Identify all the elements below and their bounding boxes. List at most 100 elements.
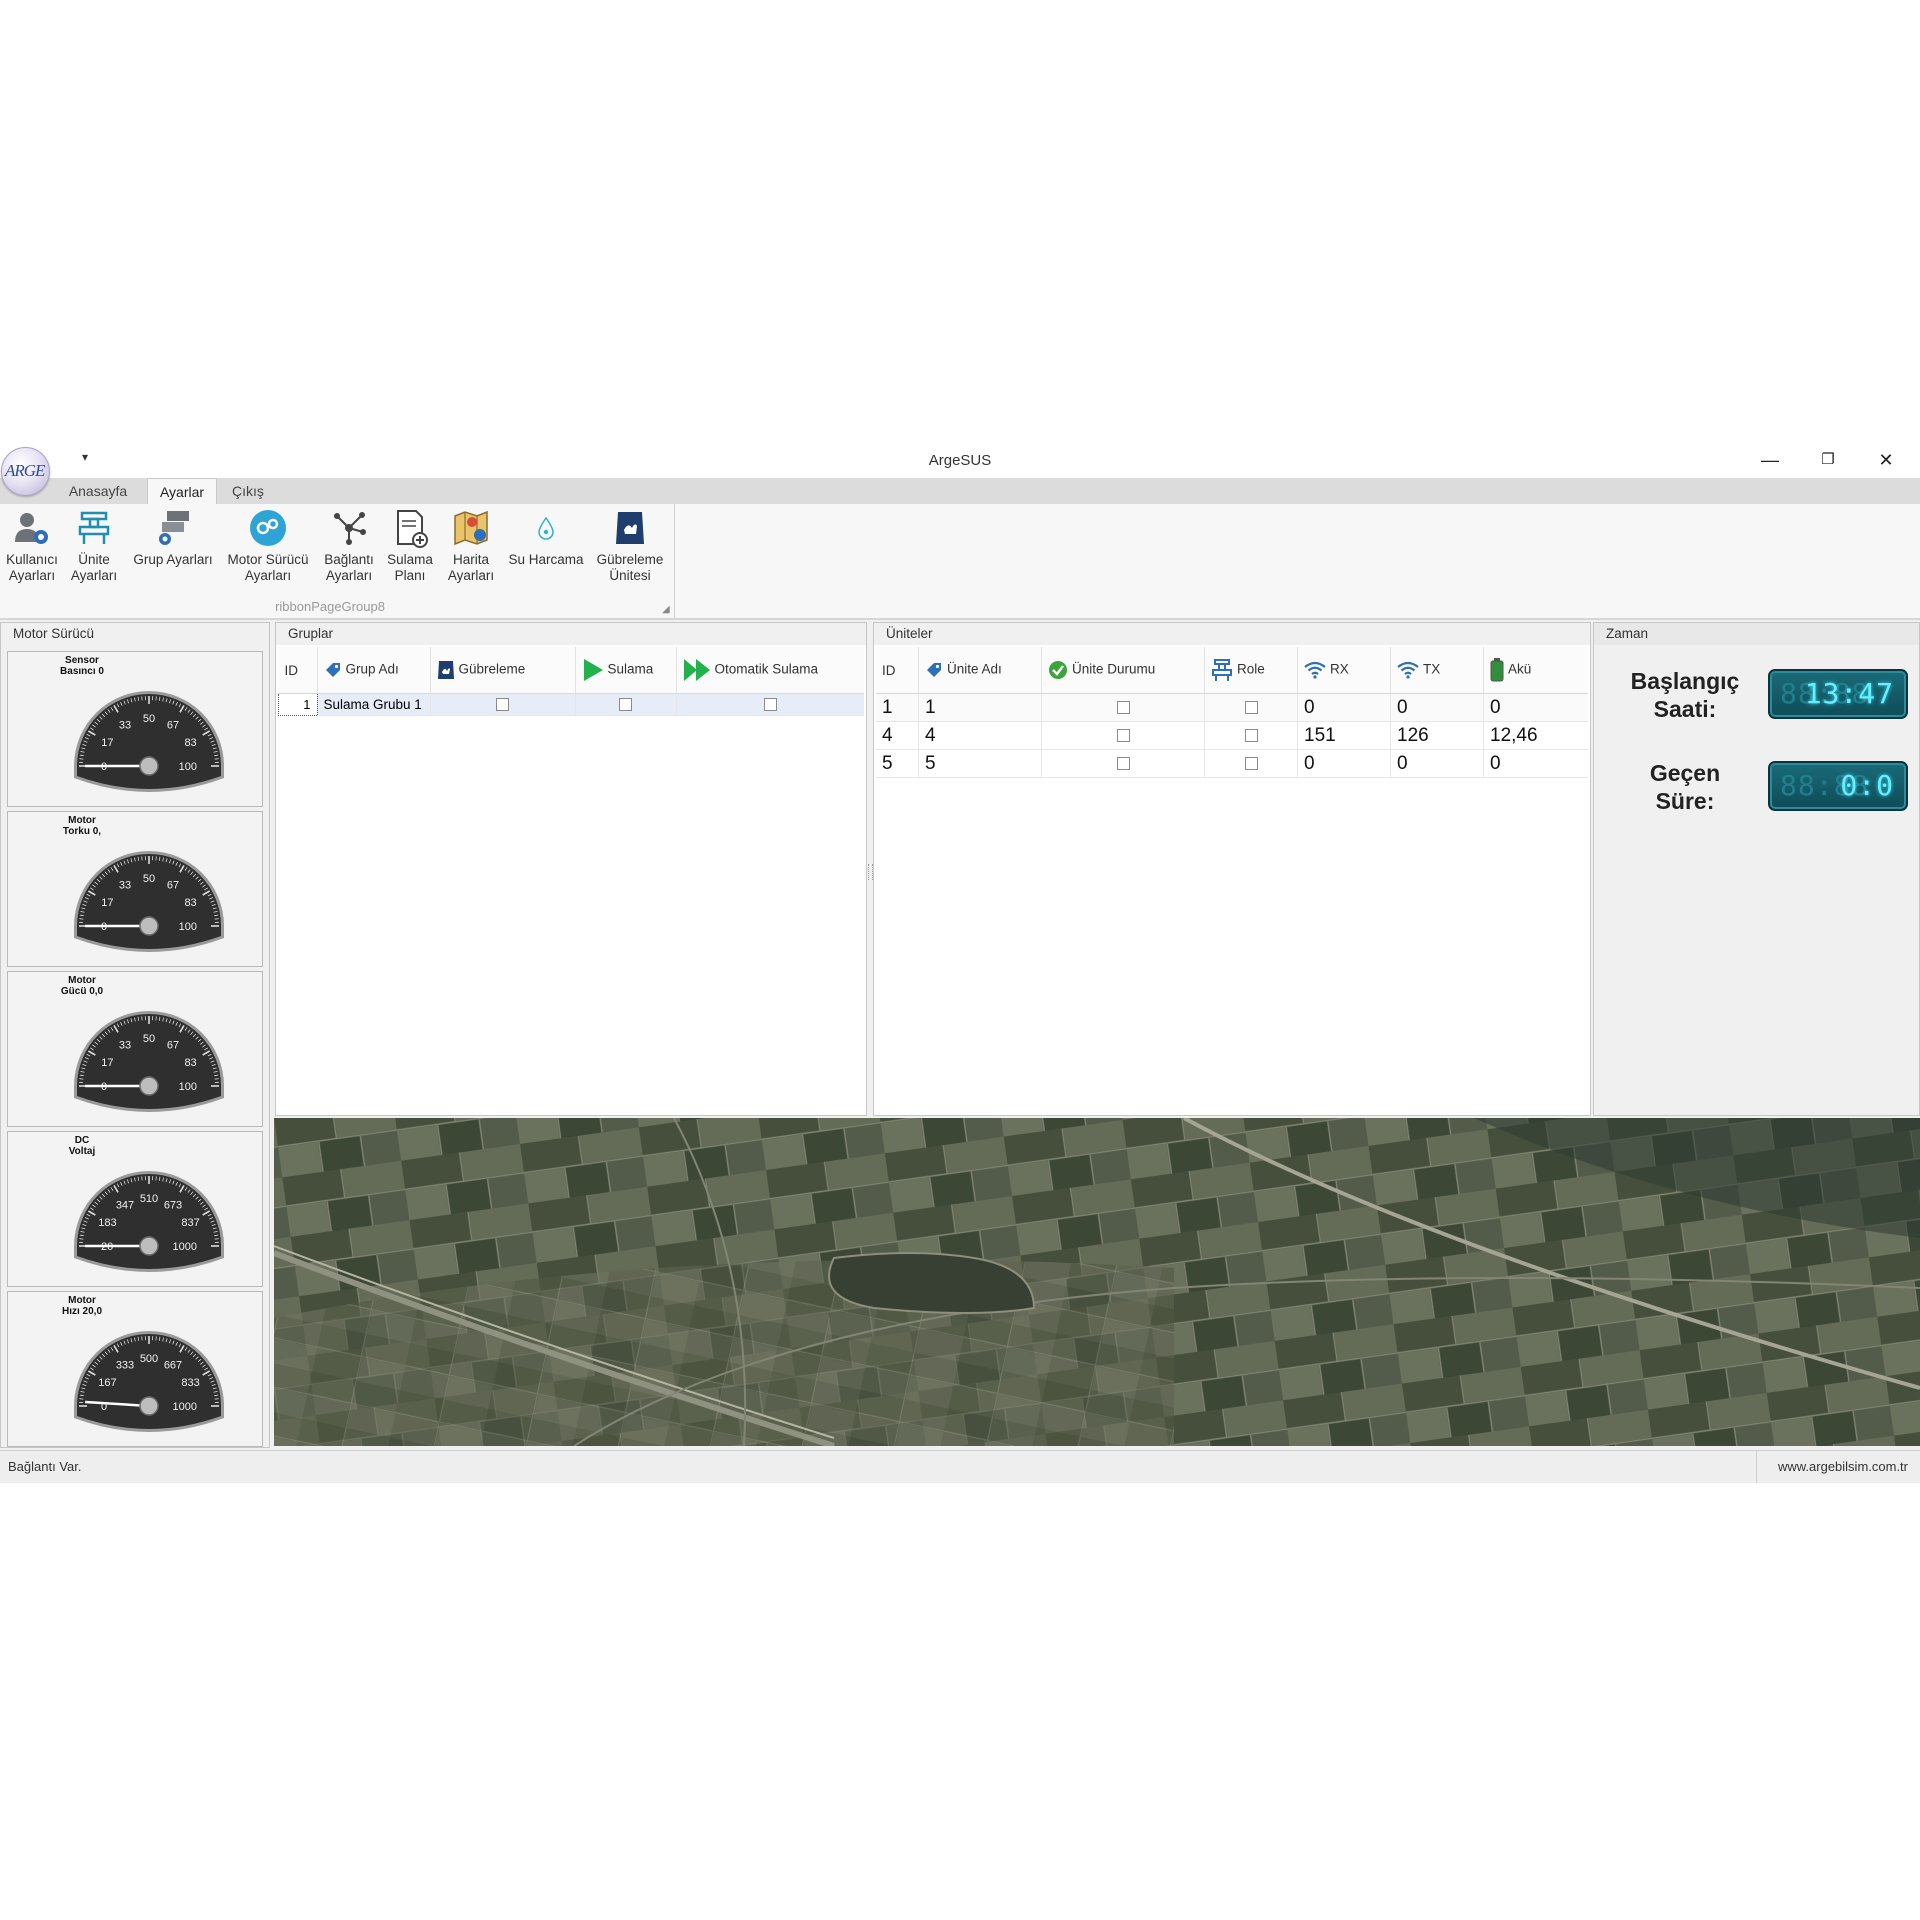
fertilizer-unit-button[interactable]: Gübreleme Ünitesi [592,508,668,584]
col-unit-id-header[interactable]: ID [876,647,919,694]
satellite-map[interactable] [274,1118,1920,1446]
motor-driver-panel: Motor Sürücü SensorBasıncı 0017335067831… [0,622,270,1448]
water-consumption-button[interactable]: Su Harcama [504,508,588,568]
map-settings-button[interactable]: Harita Ayarları [442,508,500,584]
connection-status: Bağlantı Var. [8,1459,82,1474]
irrigation-cell[interactable] [575,693,677,716]
gauge-tick-label: 100 [179,761,197,773]
col-group-name-header[interactable]: Grup Adı [317,647,431,694]
fert-checkbox[interactable] [496,697,509,711]
role-checkbox[interactable] [1244,700,1258,714]
role-checkbox[interactable] [1244,728,1258,742]
fert-cell[interactable] [430,693,576,716]
gauge-tick-label: 100 [179,1081,197,1093]
fertilizer-bag-icon [616,512,644,544]
elapsed-time-label: Geçen Süre: [1610,759,1760,815]
website-link[interactable]: www.argebilsim.com.tr [1778,1459,1908,1474]
role-checkbox[interactable] [1244,756,1258,770]
col-fert-header[interactable]: Gübreleme [430,647,576,694]
col-tx-header[interactable]: TX [1390,647,1484,694]
group-launcher-icon[interactable]: ◢ [662,604,670,615]
gauge-tick-label: 67 [167,879,179,891]
tx-cell[interactable]: 0 [1390,693,1484,722]
col-irrigation-header[interactable]: Sulama [575,647,677,694]
col-rx-label: RX [1330,661,1349,677]
col-rx-header[interactable]: RX [1297,647,1391,694]
group-settings-button[interactable]: Grup Ayarları [130,508,216,568]
unit-status-checkbox[interactable] [1116,700,1130,714]
irrigation-plan-icon [397,510,428,548]
table-row[interactable]: 5 5 0 0 0 [876,749,1588,778]
user-settings-button[interactable]: Kullanıcı Ayarları [4,508,60,584]
unit-status-cell[interactable] [1041,749,1205,778]
tag-icon [325,663,340,677]
battery-cell[interactable]: 0 [1483,693,1588,722]
unit-id-cell[interactable]: 4 [876,721,919,750]
unit-name-cell[interactable]: 4 [918,721,1042,750]
gauge-dial: 01673335006678331000 [74,1331,224,1432]
unit-id-cell[interactable]: 5 [876,749,919,778]
connection-settings-button[interactable]: Bağlantı Ayarları [318,508,380,584]
unit-status-cell[interactable] [1041,693,1205,722]
role-cell[interactable] [1204,749,1298,778]
col-role-header[interactable]: Role [1204,647,1298,694]
minimize-button[interactable]: — [1742,444,1798,478]
gauge-dial: 01733506783100 [74,691,224,792]
group-name-cell[interactable]: Sulama Grubu 1 [317,693,431,716]
ribbon-tabs: Anasayfa Ayarlar Çıkış [0,478,1920,505]
unit-name-cell[interactable]: 5 [918,749,1042,778]
ribbon-group: Kullanıcı Ayarları Ünite Ayarları Grup A… [0,504,675,618]
gauge-tick-label: 33 [119,1039,131,1051]
gauge-tick-label: 667 [164,1359,182,1371]
tx-cell[interactable]: 126 [1390,721,1484,750]
irrigation-plan-button[interactable]: Sulama Planı [382,508,438,584]
unit-id-cell[interactable]: 1 [876,693,919,722]
col-fert-label: Gübreleme [458,661,526,677]
units-panel: Üniteler ID Ünite Adı Ünite Durumu Role … [873,622,1591,1116]
unit-status-checkbox[interactable] [1116,728,1130,742]
battery-cell[interactable]: 0 [1483,749,1588,778]
motor-driver-settings-button[interactable]: Motor Sürücü Ayarları [224,508,312,584]
gauge-hub [139,1396,159,1416]
col-unit-status-header[interactable]: Ünite Durumu [1041,647,1205,694]
gauge-tick-label: 100 [179,921,197,933]
app-logo[interactable]: ARGE [1,447,50,496]
gauge-tick-label: 333 [116,1359,134,1371]
rx-cell[interactable]: 151 [1297,721,1391,750]
unit-settings-button[interactable]: Ünite Ayarları [66,508,122,584]
col-auto-irrigation-header[interactable]: Otomatik Sulama [676,647,864,694]
group-id-cell[interactable]: 1 [278,693,318,716]
table-row[interactable]: 1 Sulama Grubu 1 [278,693,864,716]
gauge-tick-label: 510 [140,1193,158,1205]
map-settings-icon [454,510,488,546]
gauge: MotorGücü 0,001733506783100 [7,971,263,1127]
tx-cell[interactable]: 0 [1390,749,1484,778]
irrigation-checkbox[interactable] [619,697,632,711]
gauge: SensorBasıncı 001733506783100 [7,651,263,807]
table-row[interactable]: 1 1 0 0 0 [876,693,1588,722]
col-battery-header[interactable]: Akü [1483,647,1588,694]
tab-cikis[interactable]: Çıkış [226,478,270,504]
rx-cell[interactable]: 0 [1297,693,1391,722]
restore-button[interactable]: ❐ [1800,444,1856,478]
col-id-header[interactable]: ID [278,647,318,694]
auto-irrigation-cell[interactable] [676,693,864,716]
unit-status-cell[interactable] [1041,721,1205,750]
auto-irrigation-checkbox[interactable] [763,697,777,711]
rx-cell[interactable]: 0 [1297,749,1391,778]
groups-table: ID Grup Adı Gübreleme Sulama Otomatik Su… [278,647,864,716]
tab-anasayfa[interactable]: Anasayfa [60,478,136,504]
role-cell[interactable] [1204,721,1298,750]
time-panel: Zaman Başlangıç Saati: 88:88 13:47 Geçen… [1593,622,1920,1116]
battery-cell[interactable]: 12,46 [1483,721,1588,750]
unit-name-cell[interactable]: 1 [918,693,1042,722]
close-button[interactable]: ✕ [1858,444,1914,478]
gauge-tick-label: 673 [164,1199,182,1211]
tab-ayarlar[interactable]: Ayarlar [147,478,217,505]
units-panel-title: Üniteler [874,623,1590,645]
unit-settings-icon [78,511,110,544]
unit-status-checkbox[interactable] [1116,756,1130,770]
role-cell[interactable] [1204,693,1298,722]
table-row[interactable]: 4 4 151 126 12,46 [876,721,1588,750]
col-unit-name-header[interactable]: Ünite Adı [918,647,1042,694]
